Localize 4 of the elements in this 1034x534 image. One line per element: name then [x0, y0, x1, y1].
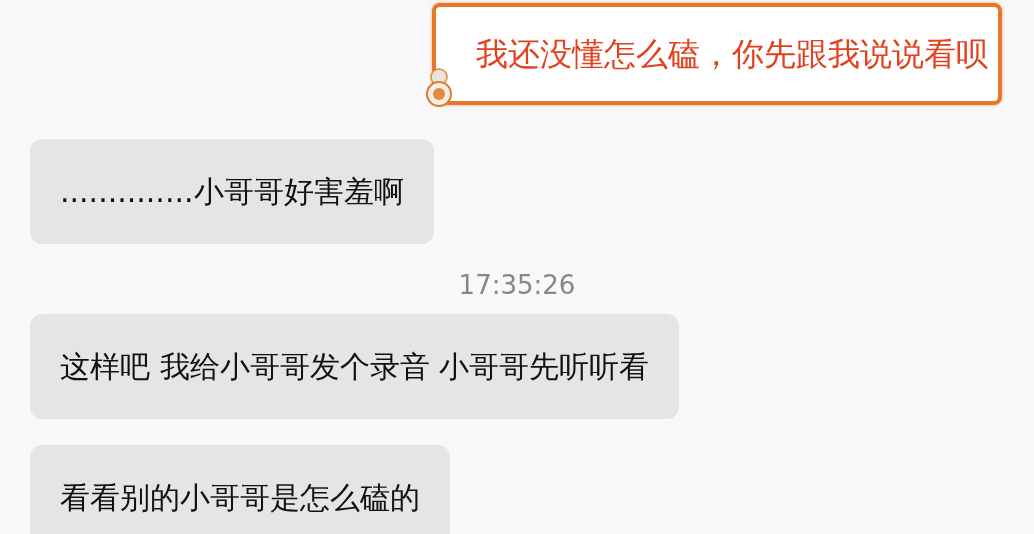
timestamp: 17:35:26	[458, 270, 576, 300]
message-bubble: ..............小哥哥好害羞啊	[30, 139, 434, 244]
message-bubble: 这样吧 我给小哥哥发个录音 小哥哥先听听看	[30, 314, 680, 419]
message-bubble: 看看别的小哥哥是怎么磕的	[30, 445, 450, 534]
